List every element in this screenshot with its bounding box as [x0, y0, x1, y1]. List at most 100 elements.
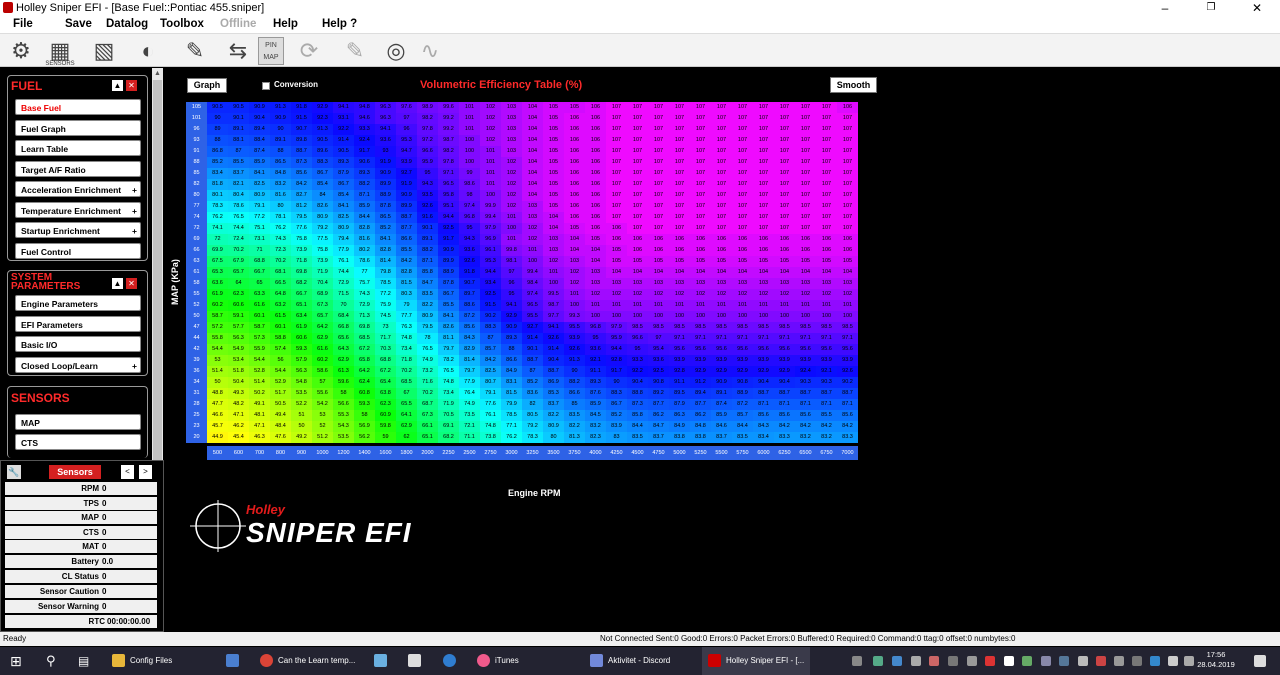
nav-item-fuel-control[interactable]: Fuel Control: [15, 243, 141, 259]
ve-cell[interactable]: 88.7: [795, 388, 816, 399]
ve-cell[interactable]: 68.8: [375, 355, 396, 366]
ve-cell[interactable]: 106: [627, 234, 648, 245]
ve-cell[interactable]: 107: [669, 113, 690, 124]
ve-cell[interactable]: 71.8: [396, 355, 417, 366]
ve-cell[interactable]: 85.9: [711, 410, 732, 421]
ve-cell[interactable]: 94.8: [354, 102, 375, 113]
ve-cell[interactable]: 107: [837, 201, 858, 212]
ve-cell[interactable]: 85.6: [795, 410, 816, 421]
ve-cell[interactable]: 90.5: [228, 102, 249, 113]
ve-cell[interactable]: 90.9: [711, 377, 732, 388]
tray-people-icon[interactable]: [852, 656, 862, 666]
ve-cell[interactable]: 89.4: [690, 388, 711, 399]
ve-cell[interactable]: 88: [501, 344, 522, 355]
ve-cell[interactable]: 107: [690, 201, 711, 212]
ve-cell[interactable]: 82.2: [564, 421, 585, 432]
ve-cell[interactable]: 107: [774, 157, 795, 168]
ve-cell[interactable]: 107: [627, 113, 648, 124]
ve-cell[interactable]: 74.8: [396, 333, 417, 344]
ve-cell[interactable]: 83.9: [606, 421, 627, 432]
tray-app-icon[interactable]: [1004, 656, 1014, 666]
ve-cell[interactable]: 106: [585, 124, 606, 135]
ve-cell[interactable]: 80.7: [480, 377, 501, 388]
mail-icon[interactable]: [408, 647, 426, 675]
ve-cell[interactable]: 100: [501, 223, 522, 234]
ve-cell[interactable]: 80.2: [354, 245, 375, 256]
ve-cell[interactable]: 87.2: [459, 311, 480, 322]
ve-cell[interactable]: 53.4: [228, 355, 249, 366]
ve-cell[interactable]: 80.9: [333, 223, 354, 234]
ve-cell[interactable]: 65.7: [228, 267, 249, 278]
ve-cell[interactable]: 107: [627, 102, 648, 113]
ve-cell[interactable]: 102: [522, 223, 543, 234]
ve-cell[interactable]: 104: [564, 245, 585, 256]
ve-cell[interactable]: 85.9: [354, 201, 375, 212]
ve-cell[interactable]: 93.6: [459, 245, 480, 256]
ve-cell[interactable]: 107: [606, 157, 627, 168]
tray-app-icon[interactable]: [1096, 656, 1106, 666]
ve-cell[interactable]: 101: [774, 300, 795, 311]
ve-cell[interactable]: 63.8: [375, 388, 396, 399]
ve-cell[interactable]: 76.2: [270, 223, 291, 234]
ve-cell[interactable]: 102: [501, 190, 522, 201]
ve-cell[interactable]: 85.2: [522, 377, 543, 388]
ve-cell[interactable]: 94.6: [354, 113, 375, 124]
ve-cell[interactable]: 104: [816, 267, 837, 278]
ve-cell[interactable]: 89: [207, 124, 228, 135]
ve-cell[interactable]: 89.2: [648, 388, 669, 399]
collapse-icon[interactable]: ▲: [112, 80, 123, 91]
ve-cell[interactable]: 49.4: [270, 410, 291, 421]
nav-item-efi-parameters[interactable]: EFI Parameters: [15, 316, 141, 332]
ve-cell[interactable]: 92.4: [354, 135, 375, 146]
ve-cell[interactable]: 99.4: [522, 267, 543, 278]
ve-cell[interactable]: 67.9: [228, 256, 249, 267]
ve-cell[interactable]: 78.6: [228, 201, 249, 212]
ve-cell[interactable]: 106: [774, 234, 795, 245]
ve-cell[interactable]: 65.4: [375, 377, 396, 388]
ve-cell[interactable]: 93.9: [837, 355, 858, 366]
ve-cell[interactable]: 62.9: [312, 333, 333, 344]
ve-cell[interactable]: 97.9: [480, 223, 501, 234]
ve-cell[interactable]: 107: [816, 201, 837, 212]
ve-cell[interactable]: 83.5: [417, 289, 438, 300]
ve-cell[interactable]: 82.5: [480, 366, 501, 377]
ve-cell[interactable]: 98.5: [795, 322, 816, 333]
ve-cell[interactable]: 98.2: [417, 113, 438, 124]
pin-map-tool-icon[interactable]: PIN MAP: [258, 37, 284, 65]
ve-cell[interactable]: 48.2: [228, 399, 249, 410]
ve-cell[interactable]: 107: [690, 179, 711, 190]
ve-cell[interactable]: 90.9: [396, 190, 417, 201]
sync-tool-icon[interactable]: ⟳: [294, 37, 324, 65]
ve-cell[interactable]: 63.6: [207, 278, 228, 289]
ve-cell[interactable]: 92.9: [312, 102, 333, 113]
ve-cell[interactable]: 88.7: [543, 366, 564, 377]
ve-cell[interactable]: 107: [690, 102, 711, 113]
ve-cell[interactable]: 107: [795, 223, 816, 234]
ve-cell[interactable]: 77.5: [312, 234, 333, 245]
ve-cell[interactable]: 106: [585, 146, 606, 157]
ve-cell[interactable]: 76.2: [207, 212, 228, 223]
ve-cell[interactable]: 88.8: [627, 388, 648, 399]
ve-cell[interactable]: 107: [753, 157, 774, 168]
prev-icon[interactable]: <: [121, 465, 134, 479]
nav-item-closed-loop-learn[interactable]: Closed Loop/Learn +: [15, 357, 141, 373]
ve-cell[interactable]: 105: [543, 190, 564, 201]
ve-cell[interactable]: 91.4: [522, 333, 543, 344]
ve-cell[interactable]: 104: [522, 124, 543, 135]
ve-cell[interactable]: 92.6: [837, 366, 858, 377]
ve-cell[interactable]: 93.9: [816, 355, 837, 366]
ve-cell[interactable]: 51.4: [207, 366, 228, 377]
ve-cell[interactable]: 72.3: [270, 245, 291, 256]
ve-cell[interactable]: 92.1: [585, 355, 606, 366]
ve-cell[interactable]: 107: [711, 179, 732, 190]
ve-cell[interactable]: 92.9: [732, 366, 753, 377]
ve-cell[interactable]: 91.4: [333, 135, 354, 146]
ve-cell[interactable]: 90.2: [837, 377, 858, 388]
ve-cell[interactable]: 89.1: [711, 388, 732, 399]
ve-cell[interactable]: 84.1: [438, 311, 459, 322]
ve-cell[interactable]: 104: [522, 190, 543, 201]
ve-cell[interactable]: 107: [669, 124, 690, 135]
ve-cell[interactable]: 73.9: [291, 245, 312, 256]
ve-cell[interactable]: 97.9: [606, 322, 627, 333]
ve-cell[interactable]: 79.7: [438, 344, 459, 355]
